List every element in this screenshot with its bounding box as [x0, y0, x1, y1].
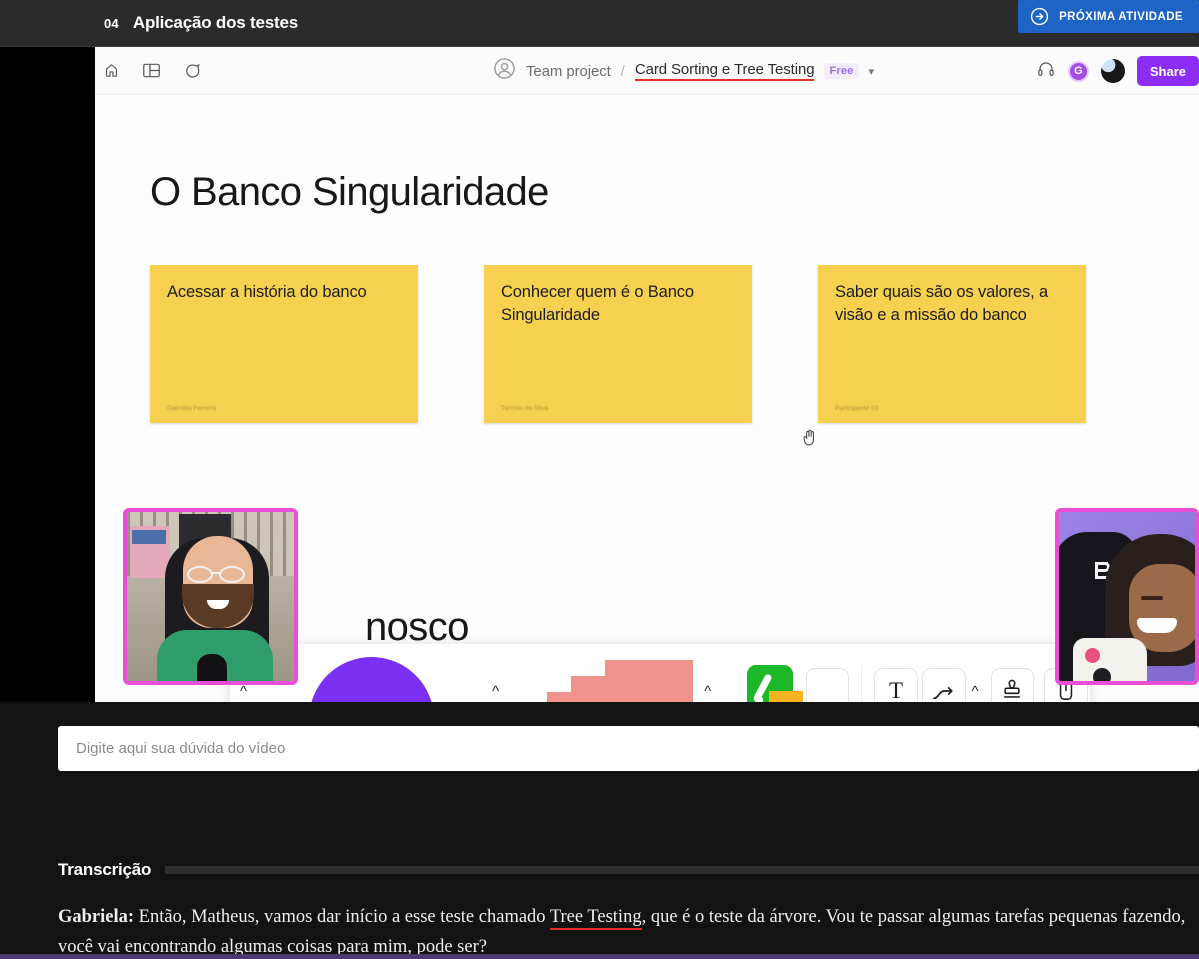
transcription-highlight: Tree Testing [549, 907, 642, 930]
transcription-speaker: Gabriela: [58, 907, 135, 927]
avatar[interactable]: G [1067, 60, 1089, 82]
breadcrumb: Team project / Card Sorting e Tree Testi… [493, 47, 874, 95]
breadcrumb-team[interactable]: Team project [526, 63, 611, 80]
lesson-number: 04 [104, 15, 119, 31]
miro-creation-toolbar[interactable]: ^ ^ ^ T ^ [230, 644, 1090, 702]
page-root: 04 Aplicação dos testes PRÓXIMA ATIVIDAD… [0, 0, 1199, 959]
chevron-up-icon[interactable]: ^ [704, 683, 711, 700]
lesson-title: Aplicação dos testes [132, 13, 298, 32]
webcam-participant-left[interactable] [123, 508, 298, 685]
sticky-note[interactable]: Acessar a história do banco Gabriela Fer… [150, 265, 418, 423]
divider [165, 866, 1199, 874]
chevron-up-icon[interactable]: ^ [972, 683, 979, 700]
frame-tool[interactable] [805, 667, 850, 702]
video-player-area[interactable]: Team project / Card Sorting e Tree Testi… [0, 47, 1199, 702]
share-button[interactable]: Share [1136, 56, 1199, 86]
breadcrumb-current-board[interactable]: Card Sorting e Tree Testing [634, 61, 815, 81]
miro-top-bar: Team project / Card Sorting e Tree Testi… [95, 47, 1199, 95]
text-tool[interactable]: T [874, 667, 918, 702]
breadcrumb-separator: / [620, 62, 625, 80]
sticky-note-text: Conhecer quem é o Banco Singularidade [501, 283, 694, 324]
sticky-note-author: Participante 03 [835, 405, 879, 412]
user-circle-icon [493, 57, 516, 85]
comment-bubble-icon[interactable] [183, 62, 201, 80]
question-input[interactable] [58, 726, 1199, 771]
sticky-note-author: Gabriela Ferreira [167, 405, 217, 412]
chevron-up-icon[interactable]: ^ [240, 683, 247, 700]
sticky-note[interactable]: Conhecer quem é o Banco Singularidade Ta… [484, 265, 752, 423]
arrow-right-circle-icon [1030, 7, 1049, 26]
hand-cursor-icon [801, 428, 818, 452]
chevron-down-icon[interactable]: ▾ [869, 65, 875, 78]
board-title: O Banco Singularidade [150, 170, 549, 214]
text-tool-glyph: T [888, 678, 903, 702]
back-icon[interactable] [103, 62, 120, 79]
sticky-note-text: Acessar a história do banco [167, 283, 367, 301]
plan-badge: Free [824, 63, 859, 79]
connector-tool[interactable] [921, 667, 966, 702]
sticky-note-tool[interactable] [547, 652, 694, 702]
transcription-header: Transcrição [58, 860, 1199, 880]
transcription-body: Gabriela: Então, Matheus, vamos dar iníc… [58, 903, 1199, 959]
next-activity-label: PRÓXIMA ATIVIDADE [1059, 10, 1183, 23]
webcam-participant-right[interactable] [1055, 508, 1199, 685]
shape-tool[interactable] [309, 657, 435, 702]
sticky-note-author: Tarcisio da Silva [501, 405, 548, 412]
avatar[interactable] [1100, 59, 1125, 83]
course-header-bar: 04 Aplicação dos testes PRÓXIMA ATIVIDAD… [0, 0, 1199, 47]
sticky-note[interactable]: Saber quais são os valores, a visão e a … [818, 265, 1086, 423]
next-activity-button[interactable]: PRÓXIMA ATIVIDADE [1018, 0, 1199, 33]
stamp-tool[interactable] [990, 667, 1035, 702]
sticky-note-text: Saber quais são os valores, a visão e a … [835, 283, 1049, 324]
miro-top-right-actions: G Share [1036, 47, 1199, 95]
panel-layout-icon[interactable] [142, 62, 161, 79]
pen-marker-tool[interactable] [747, 665, 804, 702]
transcription-text-before: Então, Matheus, vamos dar início a esse … [134, 907, 550, 927]
transcription-title: Transcrição [58, 860, 152, 879]
headphones-icon[interactable] [1036, 60, 1056, 83]
bottom-accent-strip [0, 954, 1199, 959]
chevron-up-icon[interactable]: ^ [492, 683, 499, 700]
